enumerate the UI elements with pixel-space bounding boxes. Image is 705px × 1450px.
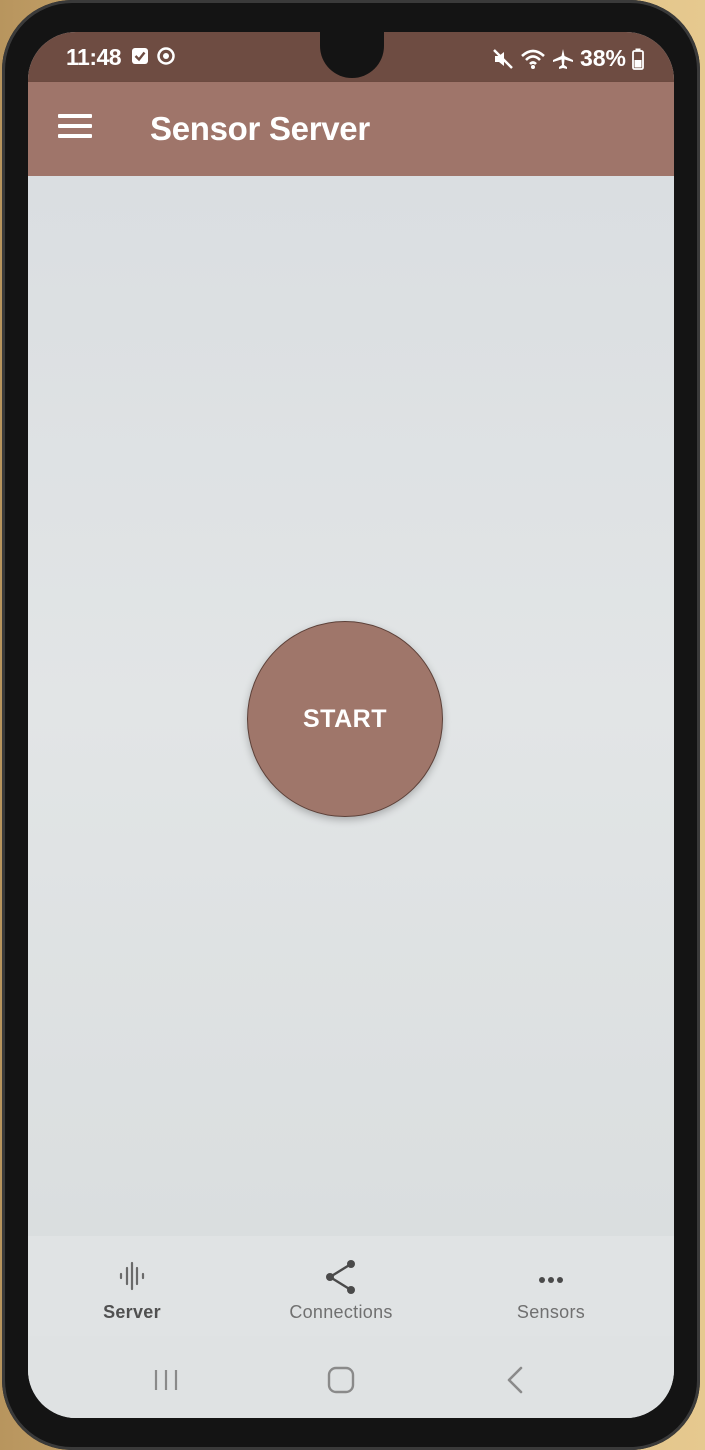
checkbox-notification-icon [132, 48, 148, 64]
app-toolbar: Sensor Server [28, 82, 674, 176]
phone-frame: 11:48 38% Sensor Server START Server Con… [2, 0, 700, 1450]
nav-label-connections: Connections [289, 1302, 393, 1322]
nav-label-sensors: Sensors [516, 1302, 586, 1322]
home-icon[interactable] [321, 1360, 361, 1400]
hamburger-menu-icon[interactable] [58, 112, 94, 142]
nav-item-server[interactable]: Server [52, 1256, 212, 1323]
nav-item-connections[interactable]: Connections [261, 1256, 421, 1323]
airplane-mode-icon [552, 48, 573, 69]
smiley-notification-icon [157, 47, 175, 65]
system-navigation-bar [28, 1336, 674, 1418]
system-status-icons: 38% [492, 45, 644, 72]
share-nodes-icon [326, 1260, 355, 1294]
camera-notch [320, 32, 384, 78]
phone-screen: 11:48 38% Sensor Server START Server Con… [28, 32, 674, 1418]
back-icon[interactable] [497, 1360, 537, 1400]
battery-icon [632, 48, 644, 70]
status-time: 11:48 [66, 44, 122, 70]
mute-icon [493, 48, 513, 69]
notification-icons [131, 47, 175, 65]
recents-icon[interactable] [146, 1360, 186, 1400]
bottom-navigation: Server Connections Sensors [28, 1236, 674, 1336]
waveform-icon [119, 1261, 145, 1291]
nav-label-server: Server [103, 1302, 161, 1322]
nav-item-sensors[interactable]: Sensors [471, 1256, 631, 1323]
app-title: Sensor Server [150, 110, 370, 147]
battery-percent: 38% [579, 45, 626, 71]
status-bar: 11:48 38% [28, 32, 674, 82]
wifi-icon [521, 49, 545, 69]
more-dots-icon [539, 1277, 563, 1283]
start-button-label: START [303, 704, 387, 733]
start-server-button[interactable]: START [247, 621, 443, 817]
